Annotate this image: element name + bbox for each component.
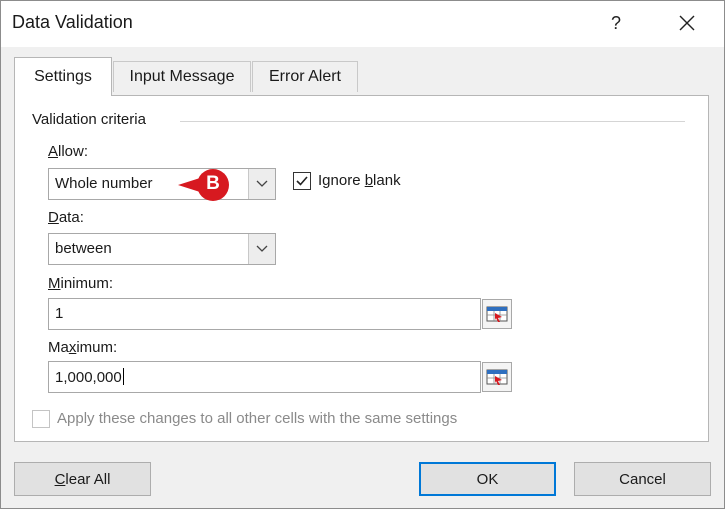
ignore-blank-label-accesskey: b: [364, 172, 374, 189]
maximum-range-selector-button[interactable]: [482, 362, 512, 392]
maximum-label-post: imum:: [76, 339, 118, 356]
minimum-input[interactable]: 1: [48, 298, 481, 330]
maximum-label-pre: Ma: [48, 339, 69, 356]
range-selector-icon: [486, 306, 508, 322]
close-button[interactable]: [664, 1, 710, 45]
data-label-text: ata:: [58, 209, 84, 226]
dialog-title: Data Validation: [12, 12, 133, 32]
allow-dropdown[interactable]: Whole number: [48, 168, 276, 200]
ok-button[interactable]: OK: [419, 462, 556, 496]
maximum-label: Maximum:: [48, 339, 117, 356]
title-bar: Data Validation ?: [1, 1, 724, 47]
ignore-blank-label-pre: Ignore: [318, 172, 365, 189]
data-dropdown-value: between: [55, 240, 112, 257]
clear-all-label: lear All: [65, 470, 111, 488]
clear-all-accesskey: C: [54, 470, 66, 488]
data-dropdown[interactable]: between: [48, 233, 276, 265]
ignore-blank-label-post: lank: [373, 172, 401, 189]
data-label: Data:: [48, 209, 84, 226]
minimum-label-accesskey: M: [48, 275, 61, 292]
clear-all-button[interactable]: Clear All: [14, 462, 151, 496]
maximum-input[interactable]: 1,000,000: [48, 361, 481, 393]
data-dropdown-arrow[interactable]: [248, 234, 275, 264]
allow-label-accesskey: A: [48, 143, 59, 160]
tab-error-alert[interactable]: Error Alert: [252, 61, 358, 92]
text-caret: [122, 368, 124, 385]
checkmark-icon: [296, 176, 308, 186]
range-selector-icon: [486, 369, 508, 385]
maximum-value-wrap: 1,000,000: [55, 368, 124, 386]
apply-to-all-checkbox[interactable]: [32, 410, 50, 428]
minimum-value: 1: [55, 305, 64, 322]
data-validation-dialog: Data Validation ? Settings Input Message…: [0, 0, 725, 509]
chevron-down-icon: [256, 245, 268, 252]
minimum-label-text: inimum:: [60, 275, 114, 292]
tab-input-message[interactable]: Input Message: [113, 61, 251, 92]
minimum-label: Minimum:: [48, 275, 113, 292]
allow-label: Allow:: [48, 143, 88, 160]
allow-dropdown-arrow[interactable]: [248, 169, 275, 199]
callout-marker: B: [178, 168, 234, 202]
allow-dropdown-value: Whole number: [55, 175, 153, 192]
ignore-blank-label[interactable]: Ignore blank: [318, 172, 401, 189]
tab-settings[interactable]: Settings: [14, 57, 112, 96]
maximum-value: 1,000,000: [55, 369, 122, 386]
ignore-blank-checkbox[interactable]: [293, 172, 311, 190]
apply-to-all-label[interactable]: Apply these changes to all other cells w…: [57, 410, 457, 427]
callout-letter: B: [206, 173, 220, 194]
close-icon: [679, 15, 695, 31]
validation-criteria-label: Validation criteria: [32, 111, 152, 128]
help-button[interactable]: ?: [593, 1, 639, 45]
minimum-range-selector-button[interactable]: [482, 299, 512, 329]
group-divider: [180, 121, 685, 122]
chevron-down-icon: [256, 180, 268, 187]
cancel-button[interactable]: Cancel: [574, 462, 711, 496]
data-label-accesskey: D: [48, 209, 59, 226]
settings-panel: Validation criteria Allow: Whole number …: [14, 95, 709, 442]
allow-label-text: llow:: [58, 143, 89, 160]
